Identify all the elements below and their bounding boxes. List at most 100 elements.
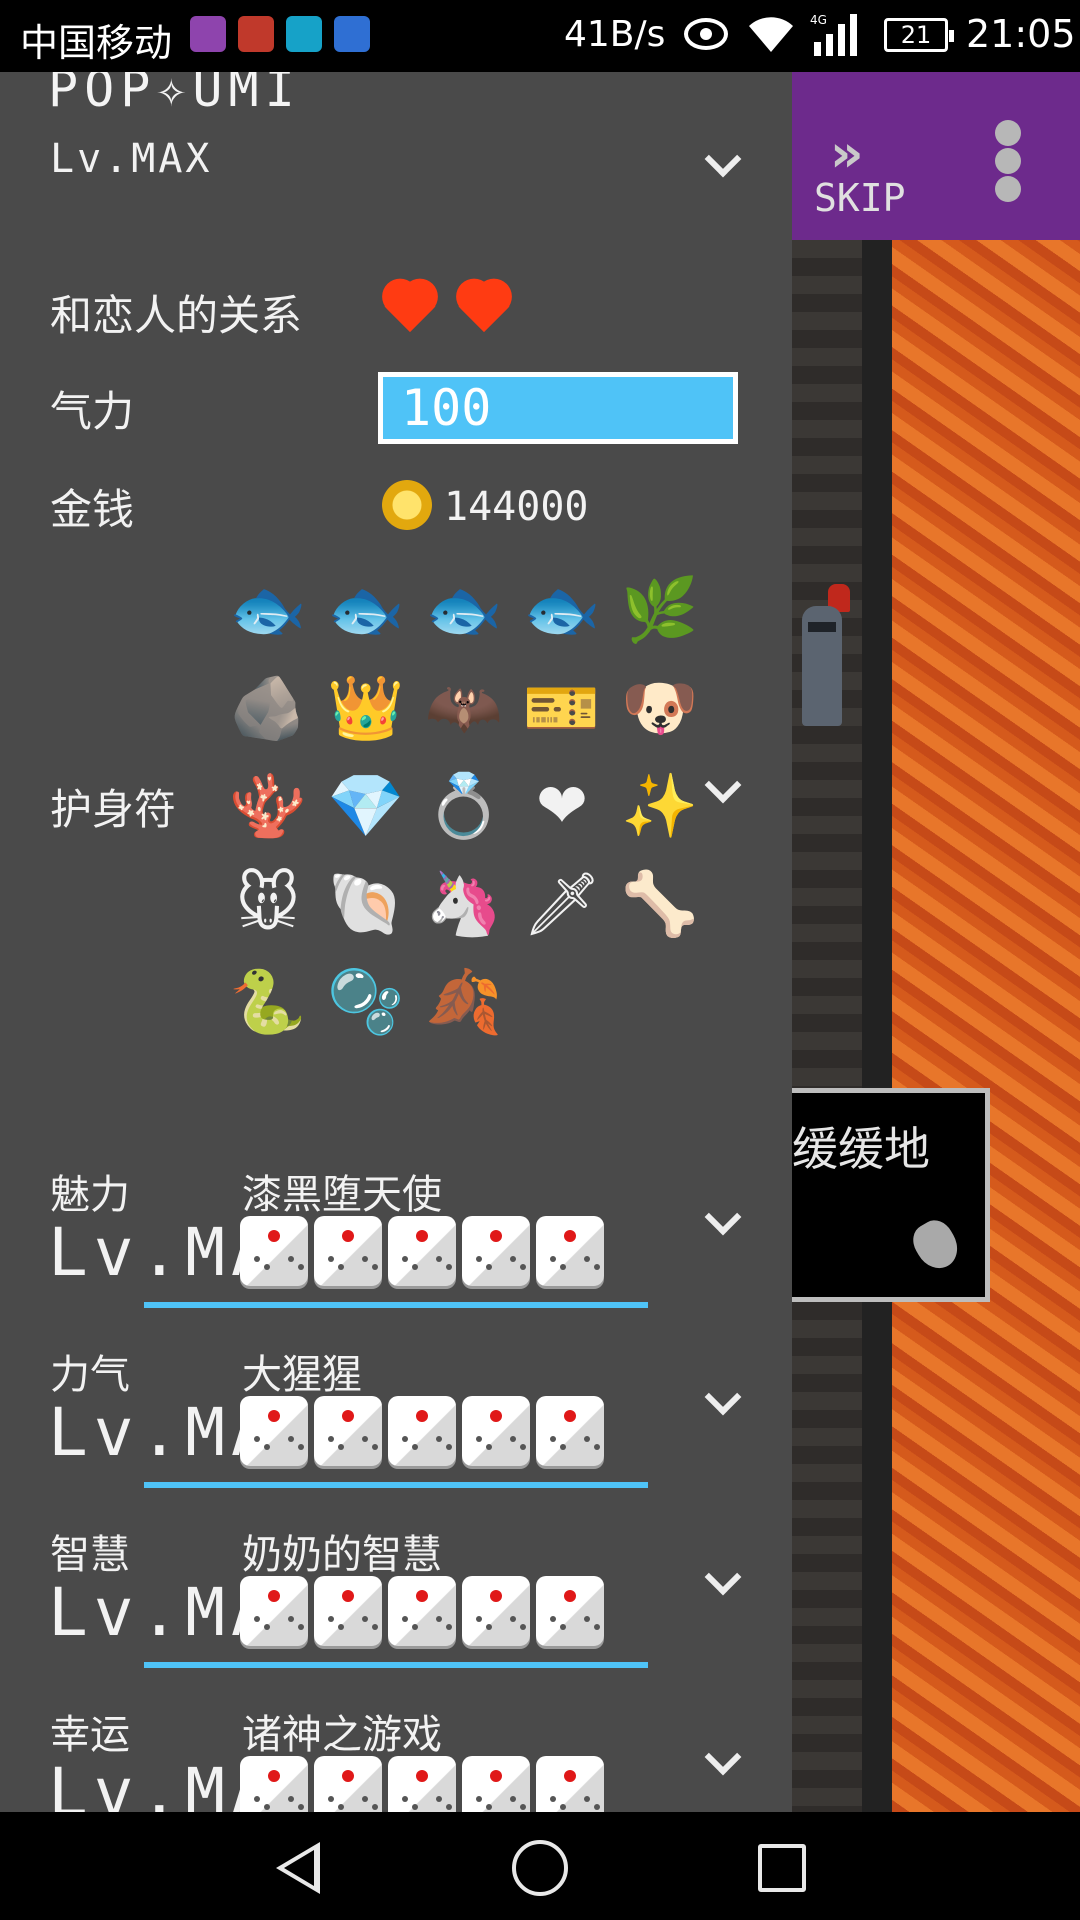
die-icon [314,1756,382,1812]
fossil-stone-icon[interactable]: 🪨 [220,660,316,756]
branch-icon[interactable]: 🌿 [612,562,708,658]
character-name: POP✧UMI [48,72,301,118]
money-value: 144000 [444,484,589,530]
die-icon [536,1216,604,1286]
lava-floor [892,240,1080,1812]
stat-level: Lv.MAX [48,1574,248,1651]
more-menu-button[interactable] [988,120,1028,202]
money-label: 金钱 [50,485,135,534]
chevron-down-icon[interactable] [702,1742,742,1782]
relationship-hearts [382,282,520,338]
stat-title: 奶奶的智慧 [242,1532,442,1578]
skip-label: SKIP [814,176,906,220]
gold-ring-icon[interactable]: 💍 [416,758,512,854]
mouse-icon[interactable]: 🐭 [220,856,316,952]
stat-label: 幸运 [50,1712,130,1758]
stat-strength[interactable]: 力气 大猩猩 Lv.MAX [0,1342,792,1522]
dialog-text: 缓缓地 [792,1122,930,1176]
wall-edge [862,240,892,1812]
red-pendant-icon: ❤ [536,769,588,842]
stat-wisdom[interactable]: 智慧 奶奶的智慧 Lv.MAX [0,1522,792,1702]
bone-icon[interactable]: 🦴 [612,856,708,952]
bone-icon: 🦴 [621,867,699,940]
die-icon [314,1396,382,1466]
stamina-value: 100 [383,377,733,439]
stat-label: 力气 [50,1352,130,1398]
die-icon [388,1216,456,1286]
tiara-icon[interactable]: 💎 [318,758,414,854]
fish-icon[interactable]: 🐟 [514,562,610,658]
bat-icon: 🦇 [425,671,503,744]
carrier-label: 中国移动 [20,21,173,65]
skip-button[interactable]: » SKIP [814,124,914,224]
snake-icon[interactable]: 🐍 [220,954,316,1050]
fish-icon: 🐟 [523,573,601,646]
taptap-app-icon [286,16,322,52]
knight-sprite [798,584,850,734]
die-icon [462,1756,530,1812]
notification-icons [190,16,370,52]
ticket-icon[interactable]: 🎫 [514,660,610,756]
heart-icon [456,282,520,338]
stat-divider [144,1302,648,1308]
die-icon [240,1756,308,1812]
leaf-icon: 🍂 [425,965,503,1038]
die-icon [314,1576,382,1646]
eye-comfort-icon [684,18,728,50]
stat-divider [144,1482,648,1488]
stat-divider [144,1662,648,1668]
recent-apps-icon[interactable] [758,1844,806,1892]
dice-row [240,1396,604,1466]
stat-charm[interactable]: 魅力 漆黑堕天使 Lv.MAX [0,1162,792,1342]
sword-icon[interactable]: 🗡 [514,856,610,952]
plush-dog-icon[interactable]: 🐶 [612,660,708,756]
die-icon [462,1396,530,1466]
leaf-icon[interactable]: 🍂 [416,954,512,1050]
chevron-down-icon[interactable] [702,770,742,810]
ammonite-icon[interactable]: 🐚 [318,856,414,952]
fish-icon[interactable]: 🐟 [416,562,512,658]
red-pendant-icon[interactable]: ❤ [514,758,610,854]
chevron-down-icon[interactable] [702,1562,742,1602]
bat-icon[interactable]: 🦇 [416,660,512,756]
home-icon[interactable] [512,1840,568,1896]
dice-row [240,1756,604,1812]
stat-luck[interactable]: 幸运 诸神之游戏 Lv.MAX [0,1702,792,1812]
coral-icon[interactable]: 🪸 [220,758,316,854]
gold-ring-icon: 💍 [425,769,503,842]
tieba-app-icon [334,16,370,52]
tuna-icon[interactable]: 🐟 [318,562,414,658]
fish-icon[interactable]: 🐟 [220,562,316,658]
signal-icon: 4G [810,13,857,56]
sword-icon: 🗡 [522,867,602,940]
navigation-bar [0,1812,1080,1920]
network-type-label: 4G [810,13,827,27]
more-dot-icon [995,176,1021,202]
net-speed: 41B/s [564,14,666,55]
dice-row [240,1576,604,1646]
die-icon [388,1396,456,1466]
wifi-icon [749,17,793,52]
hand-cursor-icon [906,1214,966,1276]
fossil-stone-icon: 🪨 [229,671,307,744]
chevron-down-icon[interactable] [702,1382,742,1422]
horn-icon[interactable]: 🦄 [416,856,512,952]
back-icon[interactable] [276,1842,326,1894]
stat-title: 诸神之游戏 [242,1712,442,1758]
dialog-box[interactable]: 缓缓地 [792,1088,990,1302]
fast-forward-icon: » [830,124,863,184]
magic-wand-icon[interactable]: ✨ [612,758,708,854]
stat-level: Lv.MAX [48,1754,248,1812]
chevron-down-icon[interactable] [702,1202,742,1242]
chevron-down-icon[interactable] [702,144,742,184]
pink-slime-icon[interactable]: 🫧 [318,954,414,1050]
horn-icon: 🦄 [425,867,503,940]
die-icon [240,1396,308,1466]
game-scene[interactable]: » SKIP 缓缓地 [792,72,1080,1812]
crown-icon[interactable]: 👑 [318,660,414,756]
die-icon [462,1216,530,1286]
ticket-icon: 🎫 [523,671,601,744]
ammonite-icon: 🐚 [327,867,405,940]
coin-icon [382,480,432,530]
branch-icon: 🌿 [621,573,699,646]
